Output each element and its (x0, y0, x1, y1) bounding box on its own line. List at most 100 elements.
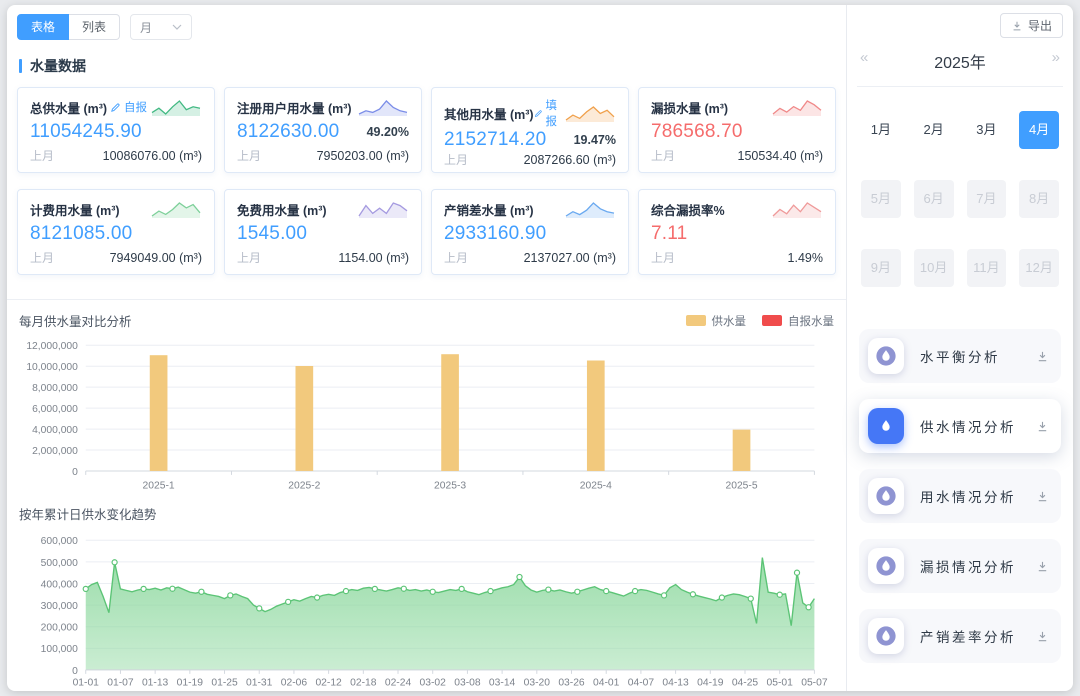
period-select[interactable]: 月 (130, 14, 192, 40)
month-cell-sep[interactable]: 9月 (861, 249, 901, 287)
svg-text:01-01: 01-01 (73, 678, 100, 689)
legend-item-self-report[interactable]: 自报水量 (762, 313, 834, 329)
sparkline (150, 199, 202, 219)
chevron-double-right-icon[interactable]: » (1052, 49, 1060, 66)
stat-card-value: 2152714.20 (444, 129, 546, 151)
download-icon[interactable] (1036, 420, 1049, 433)
month-grid: 1月 2月 3月 4月 5月 6月 7月 8月 9月 10月 11月 12月 (857, 87, 1063, 287)
svg-text:03-20: 03-20 (524, 678, 551, 689)
dashboard-window: 表格 列表 月 水量数据 总供水量 (m³) 自报 (7, 5, 1073, 691)
stat-card-title: 总供水量 (m³) (30, 98, 107, 117)
stat-card-total-supply: 总供水量 (m³) 自报 11054245.90 上月 10086076.00 … (17, 87, 215, 173)
svg-text:300,000: 300,000 (41, 601, 78, 612)
month-cell-jul[interactable]: 7月 (967, 180, 1007, 218)
svg-text:8,000,000: 8,000,000 (32, 383, 78, 394)
svg-text:04-25: 04-25 (732, 678, 759, 689)
menu-item-leakage-analysis[interactable]: 漏损情况分析 (859, 539, 1061, 593)
svg-text:0: 0 (72, 666, 78, 677)
sparkline (564, 103, 616, 123)
menu-item-water-balance-analysis[interactable]: 水平衡分析 (859, 329, 1061, 383)
svg-text:600,000: 600,000 (41, 536, 78, 547)
svg-text:6,000,000: 6,000,000 (32, 404, 78, 415)
svg-text:02-12: 02-12 (315, 678, 342, 689)
svg-text:100,000: 100,000 (41, 644, 78, 655)
legend-item-supply[interactable]: 供水量 (686, 313, 747, 329)
download-icon[interactable] (1036, 350, 1049, 363)
prev-month-value: 7949049.00 (m³) (110, 251, 202, 265)
area-chart-title: 按年累计日供水变化趋势 (19, 504, 157, 523)
bar-chart-legend: 供水量 自报水量 (686, 313, 835, 329)
sparkline (564, 199, 616, 219)
download-icon[interactable] (1036, 490, 1049, 503)
svg-text:02-18: 02-18 (350, 678, 377, 689)
daily-supply-area-chart: 0100,000200,000300,000400,000500,000600,… (17, 525, 836, 691)
water-drop-icon (875, 415, 897, 437)
prev-month-value: 7950203.00 (m³) (317, 149, 409, 163)
stat-card-title: 免费用水量 (m³) (237, 200, 327, 219)
svg-text:03-26: 03-26 (558, 678, 585, 689)
month-cell-dec[interactable]: 12月 (1019, 249, 1059, 287)
side-panel: 导出 « 2025年 » 1月 2月 3月 4月 5月 6月 7月 8月 9月 … (847, 5, 1073, 691)
stat-card-value: 786568.70 (651, 121, 743, 143)
menu-item-supply-analysis[interactable]: 供水情况分析 (859, 399, 1061, 453)
prev-month-value: 10086076.00 (m³) (103, 149, 202, 163)
svg-text:04-01: 04-01 (593, 678, 620, 689)
sparkline (771, 199, 823, 219)
stat-card-value: 7.11 (651, 223, 687, 245)
stat-card-percent: 19.47% (574, 133, 616, 147)
svg-text:02-06: 02-06 (281, 678, 308, 689)
svg-text:2025-5: 2025-5 (725, 481, 757, 492)
prev-month-value: 2137027.00 (m³) (524, 251, 616, 265)
water-drop-icon (875, 625, 897, 647)
divider (7, 299, 846, 300)
prev-month-label: 上月 (444, 151, 468, 168)
svg-text:03-08: 03-08 (454, 678, 481, 689)
bar-chart-title: 每月供水量对比分析 (19, 311, 132, 330)
prev-month-label: 上月 (651, 147, 675, 164)
svg-text:02-24: 02-24 (385, 678, 412, 689)
tab-list[interactable]: 列表 (69, 14, 120, 40)
stat-card-title: 其他用水量 (m³) (444, 104, 534, 123)
month-cell-jan[interactable]: 1月 (861, 111, 901, 149)
month-cell-feb[interactable]: 2月 (914, 111, 954, 149)
svg-text:04-19: 04-19 (697, 678, 724, 689)
month-cell-oct[interactable]: 10月 (914, 249, 954, 287)
month-cell-aug[interactable]: 8月 (1019, 180, 1059, 218)
month-cell-apr[interactable]: 4月 (1019, 111, 1059, 149)
water-drop-icon (875, 485, 897, 507)
report-badge[interactable]: 自报 (110, 99, 147, 115)
water-drop-icon (875, 555, 897, 577)
svg-text:0: 0 (72, 467, 78, 478)
menu-item-label: 漏损情况分析 (920, 556, 1036, 576)
svg-text:10,000,000: 10,000,000 (26, 362, 78, 373)
stat-card-nrw-volume: 产销差水量 (m³) 2933160.90 上月 2137027.00 (m³) (431, 189, 629, 275)
stat-card-value: 11054245.90 (30, 121, 142, 143)
month-cell-jun[interactable]: 6月 (914, 180, 954, 218)
month-cell-may[interactable]: 5月 (861, 180, 901, 218)
tab-table[interactable]: 表格 (17, 14, 69, 40)
stat-card-value: 8122630.00 (237, 121, 339, 143)
prev-month-label: 上月 (30, 249, 54, 266)
svg-text:04-13: 04-13 (662, 678, 689, 689)
menu-item-nrw-rate-analysis[interactable]: 产销差率分析 (859, 609, 1061, 663)
export-button[interactable]: 导出 (1000, 13, 1063, 38)
page-title: 水量数据 (30, 56, 86, 76)
svg-text:01-19: 01-19 (177, 678, 204, 689)
icon-tile (868, 338, 904, 374)
stat-card-leakage-rate: 综合漏损率% 7.11 上月 1.49% (638, 189, 836, 275)
menu-item-usage-analysis[interactable]: 用水情况分析 (859, 469, 1061, 523)
stat-card-billed-usage: 计费用水量 (m³) 8121085.00 上月 7949049.00 (m³) (17, 189, 215, 275)
stat-card-title: 漏损水量 (m³) (651, 98, 728, 117)
month-cell-mar[interactable]: 3月 (967, 111, 1007, 149)
report-badge[interactable]: 填报 (534, 97, 564, 129)
stat-card-other-usage: 其他用水量 (m³) 填报 2152714.20 19.47% 上月 20872… (431, 87, 629, 173)
sparkline (150, 97, 202, 117)
chevron-down-icon (172, 24, 182, 30)
download-icon[interactable] (1036, 630, 1049, 643)
chevron-double-left-icon[interactable]: « (860, 49, 868, 66)
pencil-icon (534, 108, 543, 119)
download-icon[interactable] (1036, 560, 1049, 573)
stat-card-title: 计费用水量 (m³) (30, 200, 120, 219)
section-accent-bar (19, 59, 22, 73)
month-cell-nov[interactable]: 11月 (967, 249, 1007, 287)
